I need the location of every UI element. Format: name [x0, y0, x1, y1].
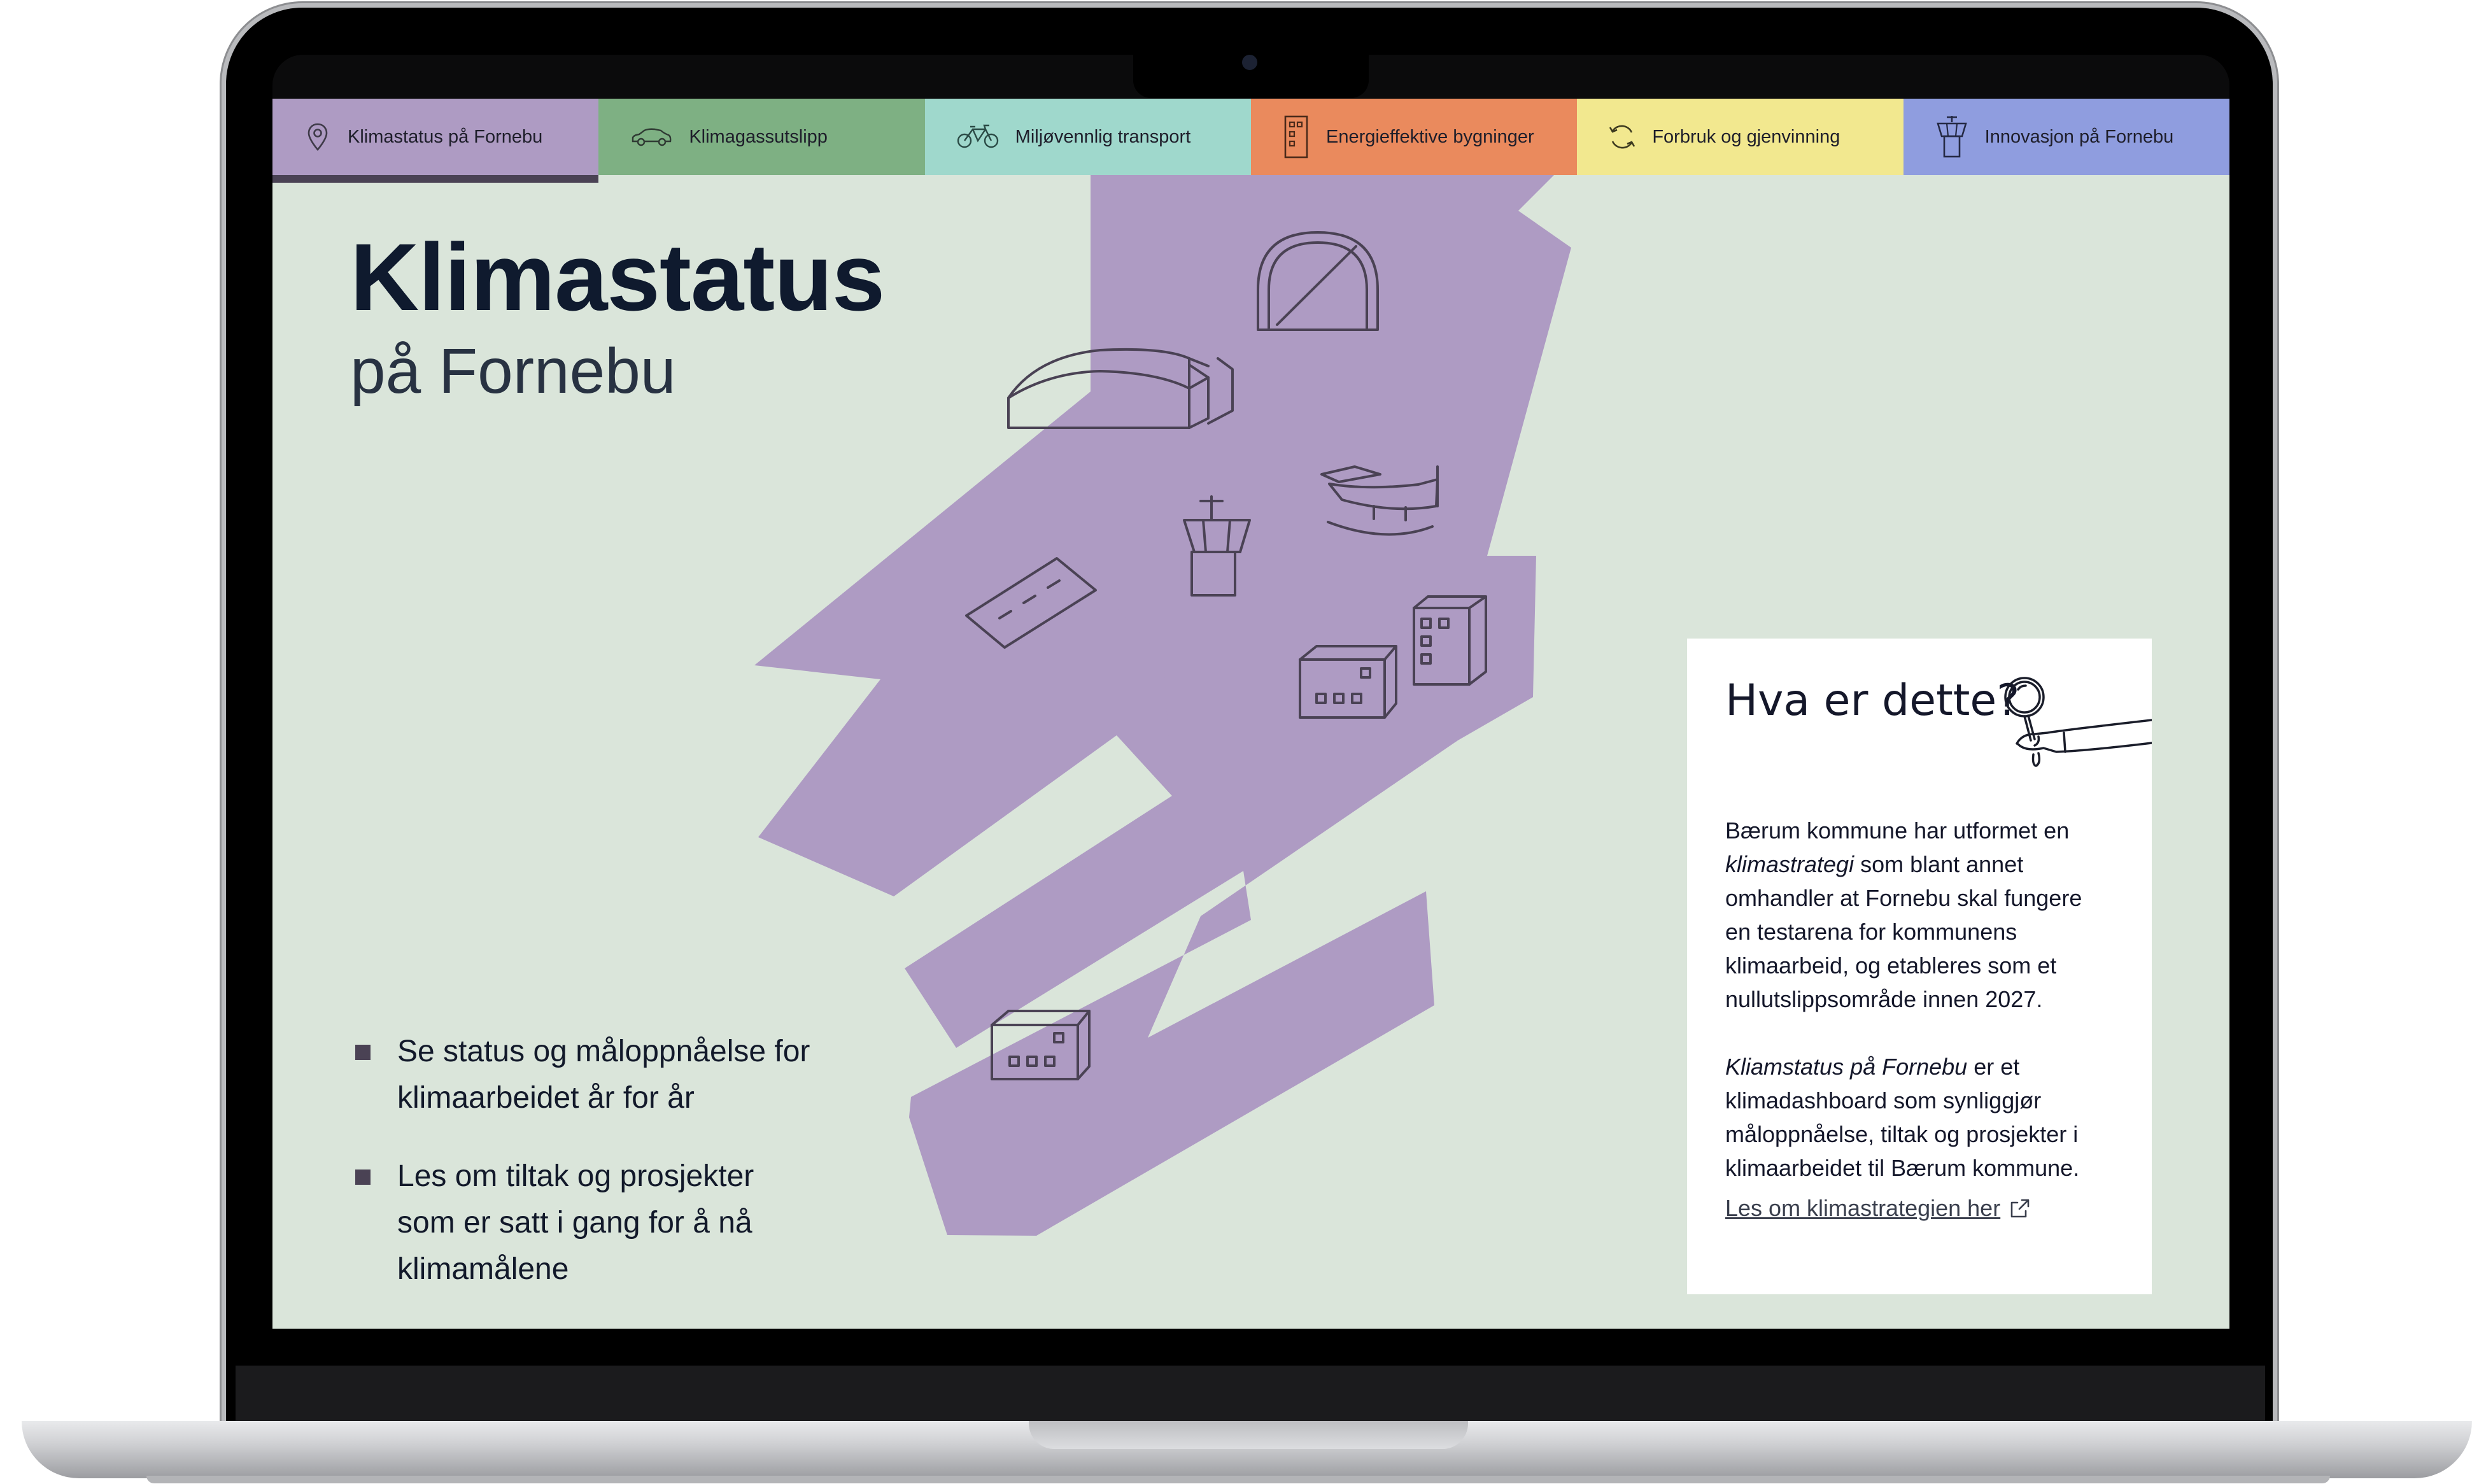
info-card-paragraph-2: Kliamstatus på Fornebu er et klimadashbo…: [1725, 1054, 2080, 1181]
tab-miljovennlig-transport[interactable]: Miljøvennlig transport: [924, 99, 1251, 175]
tab-innovasjon-pa-fornebu[interactable]: Innovasjon på Fornebu: [1903, 99, 2229, 175]
main-navigation: Klimastatus på Fornebu Klimagassutslipp …: [272, 99, 2229, 183]
list-item: Les om tiltak og prosjekter som er satt …: [355, 1153, 814, 1292]
list-item: Se status og måloppnåelse for klimaarbei…: [355, 1028, 814, 1121]
laptop-mockup: Klimastatus på Fornebu Klimagassutslipp …: [0, 0, 2472, 1484]
klimastrategi-link-label: Les om klimastrategien her: [1725, 1195, 2001, 1221]
camera-icon: [1242, 55, 1257, 70]
laptop-hinge: [236, 1366, 2265, 1422]
tab-label: Klimastatus på Fornebu: [348, 126, 543, 147]
page-subtitle: på Fornebu: [350, 336, 676, 407]
laptop-foot: [146, 1476, 2330, 1483]
recycle-icon: [1607, 118, 1637, 156]
bullet-square-icon: [355, 1045, 371, 1060]
info-card-paragraph-1: Bærum kommune har utformet en klimastrat…: [1725, 817, 2082, 1012]
bicycle-icon: [956, 118, 1000, 156]
tab-label: Forbruk og gjenvinning: [1652, 126, 1840, 147]
feature-list: Se status og måloppnåelse for klimaarbei…: [355, 1028, 814, 1324]
klimastrategi-emphasis: klimastrategi: [1725, 851, 1854, 877]
car-icon: [629, 118, 674, 156]
tab-energieffektive-bygninger[interactable]: Energieffektive bygninger: [1250, 99, 1578, 175]
control-tower-icon: [1934, 116, 1970, 158]
location-pin-icon: [303, 118, 332, 156]
magnifying-glass-hand-icon: [2004, 677, 2152, 767]
tab-label: Klimagassutslipp: [689, 126, 828, 147]
tab-label: Energieffektive bygninger: [1325, 126, 1534, 147]
dashboard-screen: Klimastatus på Fornebu Klimagassutslipp …: [272, 99, 2229, 1329]
laptop-opening-notch: [1029, 1421, 1468, 1449]
tab-label: Miljøvennlig transport: [1015, 126, 1191, 147]
klimastrategi-link[interactable]: Les om klimastrategien her: [1725, 1195, 2031, 1222]
list-item-text: Se status og måloppnåelse for klimaarbei…: [397, 1035, 810, 1115]
list-item-text: Les om tiltak og prosjekter som er satt …: [397, 1159, 754, 1286]
bullet-square-icon: [355, 1170, 371, 1185]
tab-label: Innovasjon på Fornebu: [1984, 126, 2174, 147]
external-link-icon: [2010, 1199, 2030, 1218]
page-title: Klimastatus: [350, 223, 885, 330]
tab-klimagassutslipp[interactable]: Klimagassutslipp: [598, 99, 925, 175]
building-icon: [1282, 115, 1311, 159]
klimastatus-emphasis: Kliamstatus på Fornebu: [1725, 1054, 1968, 1080]
info-card: Hva er dette? Bærum kommune har utformet…: [1687, 639, 2152, 1294]
tab-klimastatus[interactable]: Klimastatus på Fornebu: [272, 99, 599, 183]
tab-forbruk-og-gjenvinning[interactable]: Forbruk og gjenvinning: [1577, 99, 1903, 175]
